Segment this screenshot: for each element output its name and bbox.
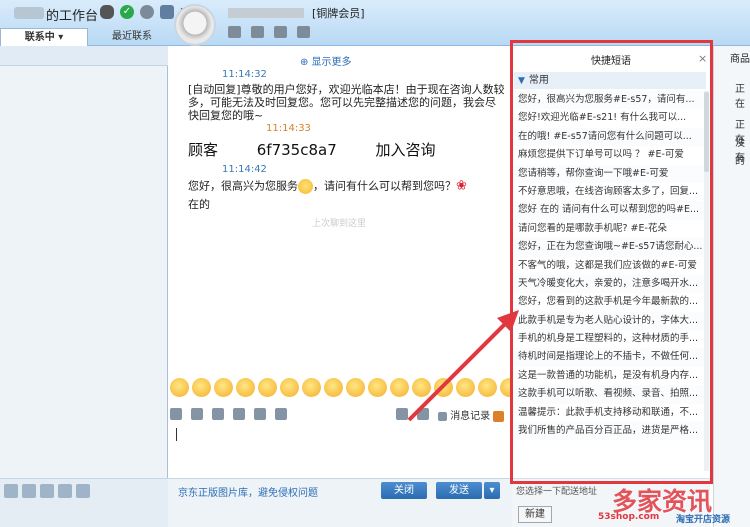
- screenshot-icon[interactable]: [233, 408, 245, 420]
- app-icon[interactable]: [40, 484, 54, 498]
- menu-icon[interactable]: [4, 484, 18, 498]
- emoji-picker-icon[interactable]: [191, 408, 203, 420]
- send-button[interactable]: 发送: [436, 482, 482, 499]
- transfer-icon[interactable]: [228, 26, 241, 38]
- tab-contacting[interactable]: 联系中 ▾: [0, 28, 88, 46]
- emoji-icon[interactable]: [236, 378, 255, 397]
- contact-list: [0, 46, 168, 527]
- app-title: 的工作台: [46, 9, 99, 24]
- annotation-arrow: [407, 310, 519, 422]
- smile-emoji-icon: [298, 179, 313, 194]
- avatar[interactable]: [174, 4, 216, 46]
- rose-emoji-icon: ❀: [456, 178, 467, 194]
- font-icon[interactable]: [170, 408, 182, 420]
- close-button[interactable]: 关闭: [381, 482, 427, 499]
- watermark-tagline: 淘宝开店资源: [676, 515, 731, 525]
- cart-icon[interactable]: [274, 26, 287, 38]
- emoji-icon[interactable]: [302, 378, 321, 397]
- emoji-icon[interactable]: [324, 378, 343, 397]
- show-more-link[interactable]: ⊕ 显示更多: [300, 53, 352, 68]
- emoji-icon[interactable]: [214, 378, 233, 397]
- tool-icon[interactable]: [76, 484, 90, 498]
- message-time: 11:14:42: [222, 164, 267, 175]
- image-library-link[interactable]: 京东正版图片库，避免侵权问题: [178, 484, 318, 499]
- tab-products[interactable]: 商品: [730, 50, 750, 65]
- calculator-icon[interactable]: [275, 408, 287, 420]
- message-icon[interactable]: [58, 484, 72, 498]
- tab-recent[interactable]: 最近联系: [88, 28, 176, 46]
- shop-icon[interactable]: [251, 26, 264, 38]
- emoji-icon[interactable]: [280, 378, 299, 397]
- blurred-contact-name: [228, 8, 304, 18]
- text-caret: [176, 428, 177, 441]
- new-phrase-button[interactable]: 新建: [518, 506, 552, 523]
- highlight-frame: [510, 40, 713, 484]
- message-time: 11:14:33: [266, 123, 311, 134]
- contact-list-header: [0, 46, 168, 66]
- user-icon[interactable]: [160, 5, 174, 19]
- product-text: 正在: [735, 84, 745, 110]
- shield-icon[interactable]: [297, 26, 310, 38]
- emoji-icon[interactable]: [170, 378, 189, 397]
- image-icon[interactable]: [212, 408, 224, 420]
- emoji-icon[interactable]: [258, 378, 277, 397]
- emoji-icon[interactable]: [368, 378, 387, 397]
- shortcut-icon[interactable]: [254, 408, 266, 420]
- message-input[interactable]: [170, 424, 508, 478]
- status-icons: ✓ 2: [100, 5, 187, 19]
- reply-message: 在的: [188, 198, 210, 211]
- message-time: 11:14:32: [222, 69, 267, 80]
- settings-icon[interactable]: [22, 484, 36, 498]
- send-options-button[interactable]: ▾: [484, 482, 500, 499]
- product-text: 的: [735, 156, 745, 167]
- phrase-hint: 您选择一下配送地址: [516, 487, 598, 497]
- member-badge: [铜牌会员]: [312, 7, 365, 20]
- bug-icon[interactable]: [100, 5, 114, 19]
- left-bottom-icons: [4, 484, 90, 498]
- auto-reply-message: [自动回复]尊敬的用户您好，欢迎光临本店！由于现在咨询人数较多，可能无法及时回复…: [188, 83, 505, 122]
- join-notice: 顾客 6f735c8a7 加入咨询: [188, 141, 436, 159]
- blurred-username: [14, 7, 44, 19]
- watermark-url: 53shop.com: [598, 512, 660, 522]
- contact-tabs: 联系中 ▾ 最近联系: [0, 28, 176, 46]
- greeting-message: 您好，很高兴为您服务 ，请问有什么可以帮到您吗？❀: [188, 178, 467, 194]
- header-tools: [228, 26, 310, 38]
- history-divider: 上次聊到这里: [312, 219, 367, 229]
- emoji-icon[interactable]: [346, 378, 365, 397]
- gear-icon[interactable]: [140, 5, 154, 19]
- emoji-icon[interactable]: [192, 378, 211, 397]
- online-status-icon[interactable]: ✓: [120, 5, 134, 19]
